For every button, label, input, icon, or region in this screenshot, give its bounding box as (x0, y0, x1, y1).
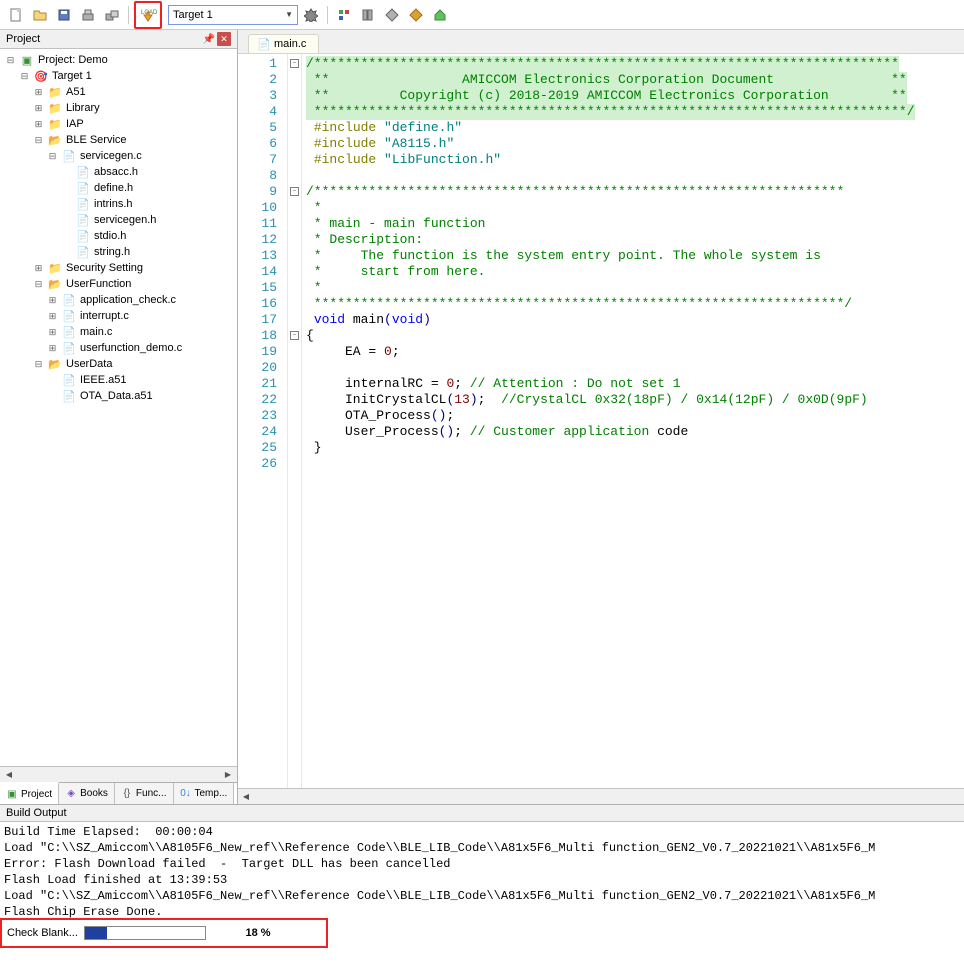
code-editor[interactable]: 1234567891011121314151617181920212223242… (238, 54, 964, 788)
tree-file[interactable]: 📄string.h (2, 244, 235, 260)
tree-folder-ble-service[interactable]: ⊟📂BLE Service (2, 132, 235, 148)
tree-file[interactable]: ⊞📄main.c (2, 324, 235, 340)
progress-fill (85, 927, 107, 939)
tab-books[interactable]: ◈Books (59, 783, 115, 804)
editor-hscroll[interactable]: ◀ (238, 788, 964, 804)
close-icon[interactable]: ✕ (217, 32, 231, 46)
file-icon: 📄 (257, 38, 269, 50)
chevron-down-icon: ▼ (285, 10, 293, 19)
editor-tab-main-c[interactable]: 📄 main.c (248, 34, 319, 53)
progress-bar (84, 926, 206, 940)
editor-tab-bar: 📄 main.c (238, 30, 964, 54)
project-panel-tabs: ▣Project ◈Books {}Func... 0↓Temp... (0, 782, 237, 804)
tab-templates[interactable]: 0↓Temp... (174, 783, 235, 804)
main-toolbar: LOAD Target 1 ▼ (0, 0, 964, 30)
tree-file[interactable]: ⊟📄servicegen.c (2, 148, 235, 164)
tree-folder-a51[interactable]: ⊞📁A51 (2, 84, 235, 100)
code-content[interactable]: /***************************************… (302, 54, 964, 788)
tree-folder-iap[interactable]: ⊞📁IAP (2, 116, 235, 132)
tree-project-root[interactable]: ⊟▣Project: Demo (2, 52, 235, 68)
scroll-right-icon[interactable]: ▶ (221, 768, 235, 782)
save-all-btn[interactable] (53, 4, 75, 26)
new-file-btn[interactable] (5, 4, 27, 26)
tab-functions[interactable]: {}Func... (115, 783, 174, 804)
progress-bar-area: Check Blank... 18 % (4, 922, 324, 944)
editor-tab-label: main.c (274, 38, 306, 50)
build-output-text[interactable]: Build Time Elapsed: 00:00:04 Load "C:\\S… (0, 822, 964, 918)
project-panel-title-bar: Project 📌 ✕ (0, 30, 237, 49)
tree-folder-userdata[interactable]: ⊟📂UserData (2, 356, 235, 372)
progress-percent: 18 % (208, 927, 308, 939)
scroll-left-icon[interactable]: ◀ (238, 789, 254, 805)
project-tree-hscroll[interactable]: ◀ ▶ (0, 766, 237, 782)
tree-file[interactable]: ⊞📄interrupt.c (2, 308, 235, 324)
tree-file[interactable]: 📄define.h (2, 180, 235, 196)
scroll-left-icon[interactable]: ◀ (2, 768, 16, 782)
tree-folder-library[interactable]: ⊞📁Library (2, 100, 235, 116)
tree-file[interactable]: 📄intrins.h (2, 196, 235, 212)
configure-flash-btn[interactable] (381, 4, 403, 26)
progress-highlight: Check Blank... 18 % (0, 918, 328, 948)
rebuild-btn[interactable] (101, 4, 123, 26)
project-panel: Project 📌 ✕ ⊟▣Project: Demo ⊟🎯Target 1 ⊞… (0, 30, 238, 804)
progress-label: Check Blank... (4, 927, 82, 939)
build-btn[interactable] (77, 4, 99, 26)
books-btn[interactable] (357, 4, 379, 26)
tree-file[interactable]: 📄OTA_Data.a51 (2, 388, 235, 404)
tree-folder-security[interactable]: ⊞📁Security Setting (2, 260, 235, 276)
pin-icon[interactable]: 📌 (203, 34, 215, 45)
tab-project[interactable]: ▣Project (0, 782, 59, 804)
editor-area: 📄 main.c 1234567891011121314151617181920… (238, 30, 964, 804)
manage-components-btn[interactable] (333, 4, 355, 26)
tree-file[interactable]: ⊞📄application_check.c (2, 292, 235, 308)
options-btn[interactable] (300, 4, 322, 26)
tree-file[interactable]: 📄IEEE.a51 (2, 372, 235, 388)
open-file-btn[interactable] (29, 4, 51, 26)
project-tree[interactable]: ⊟▣Project: Demo ⊟🎯Target 1 ⊞📁A51 ⊞📁Libra… (0, 49, 237, 766)
load-button-highlight: LOAD (134, 1, 162, 29)
fold-gutter[interactable]: − − − (288, 54, 302, 788)
target-selector-value: Target 1 (173, 9, 213, 21)
tree-target[interactable]: ⊟🎯Target 1 (2, 68, 235, 84)
tree-file[interactable]: 📄servicegen.h (2, 212, 235, 228)
tree-file[interactable]: ⊞📄userfunction_demo.c (2, 340, 235, 356)
tree-folder-userfunction[interactable]: ⊟📂UserFunction (2, 276, 235, 292)
target-selector[interactable]: Target 1 ▼ (168, 5, 298, 25)
tree-file[interactable]: 📄stdio.h (2, 228, 235, 244)
tree-file[interactable]: 📄absacc.h (2, 164, 235, 180)
build-output-panel: Build Output Build Time Elapsed: 00:00:0… (0, 804, 964, 918)
build-output-title: Build Output (0, 805, 964, 822)
line-number-gutter: 1234567891011121314151617181920212223242… (238, 54, 288, 788)
debug-btn[interactable] (405, 4, 427, 26)
load-download-btn[interactable]: LOAD (137, 4, 159, 26)
help-btn[interactable] (429, 4, 451, 26)
project-panel-title: Project (6, 33, 40, 45)
